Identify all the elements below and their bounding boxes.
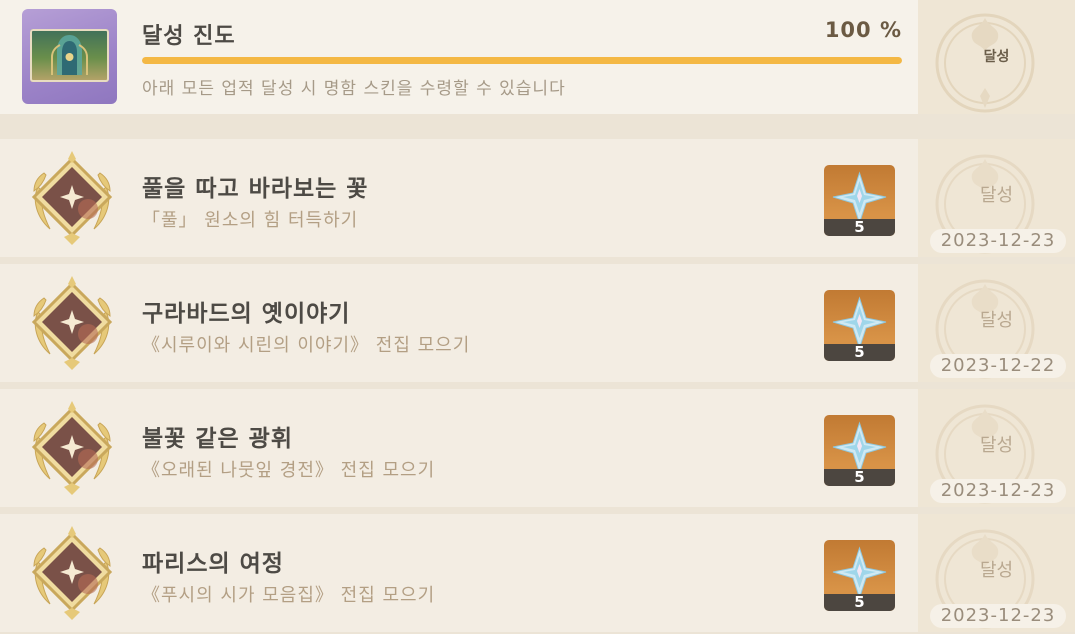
reward-count: 5 xyxy=(824,219,895,236)
achievement-status-panel: 달성 2023-12-22 xyxy=(918,264,1075,382)
achievement-title: 파리스의 여정 xyxy=(142,551,284,577)
completion-date: 2023-12-23 xyxy=(930,604,1066,628)
achievement-status-panel: 달성 2023-12-23 xyxy=(918,389,1075,507)
achievement-status-label: 달성 xyxy=(979,310,1014,331)
progress-description: 아래 모든 업적 달성 시 명함 스킨을 수령할 수 있습니다 xyxy=(142,79,566,99)
achievement-medal-icon xyxy=(31,401,113,495)
achievement-title: 구라바드의 옛이야기 xyxy=(142,301,351,327)
achievement-description: 《오래된 나뭇잎 경전》 전집 모으기 xyxy=(142,460,436,481)
achievement-medal-icon xyxy=(31,526,113,620)
achievement-status-panel: 달성 2023-12-23 xyxy=(918,514,1075,632)
header-status-label: 달성 xyxy=(983,49,1010,65)
achievement-title: 풀을 따고 바라보는 꽃 xyxy=(142,176,369,202)
progress-bar xyxy=(142,57,902,64)
achievement-status-label: 달성 xyxy=(979,435,1014,456)
reward-count: 5 xyxy=(824,344,895,361)
reward-item[interactable]: 5 xyxy=(824,415,895,486)
namecard-thumbnail[interactable] xyxy=(22,9,117,104)
achievement-description: 「풀」 원소의 힘 터득하기 xyxy=(142,210,359,231)
achievement-description: 《푸시의 시가 모음집》 전집 모으기 xyxy=(142,585,436,606)
reward-count: 5 xyxy=(824,469,895,486)
achievement-row[interactable]: 풀을 따고 바라보는 꽃 「풀」 원소의 힘 터득하기 5 달성 2023-12… xyxy=(0,139,1075,257)
completion-date: 2023-12-22 xyxy=(930,354,1066,378)
header-status-panel: 달성 xyxy=(918,0,1075,114)
achievement-row[interactable]: 구라바드의 옛이야기 《시루이와 시린의 이야기》 전집 모으기 5 달성 20… xyxy=(0,264,1075,382)
progress-percent: 100 % xyxy=(824,18,902,42)
progress-bar-fill xyxy=(142,57,902,64)
progress-title: 달성 진도 xyxy=(142,24,236,49)
completion-date: 2023-12-23 xyxy=(930,229,1066,253)
reward-item[interactable]: 5 xyxy=(824,165,895,236)
achievement-medal-icon xyxy=(31,276,113,370)
achievement-row[interactable]: 파리스의 여정 《푸시의 시가 모음집》 전집 모으기 5 달성 2023-12… xyxy=(0,514,1075,632)
achievement-progress-header: 달성 진도 100 % 아래 모든 업적 달성 시 명함 스킨을 수령할 수 있… xyxy=(0,0,1075,114)
achievement-description: 《시루이와 시린의 이야기》 전집 모으기 xyxy=(142,335,471,356)
reward-item[interactable]: 5 xyxy=(824,540,895,611)
achievement-medal-icon xyxy=(31,151,113,245)
achievement-status-label: 달성 xyxy=(979,560,1014,581)
completion-date: 2023-12-23 xyxy=(930,479,1066,503)
achievement-status-panel: 달성 2023-12-23 xyxy=(918,139,1075,257)
namecard-icon xyxy=(30,29,109,82)
reward-item[interactable]: 5 xyxy=(824,290,895,361)
achievement-row[interactable]: 불꽃 같은 광휘 《오래된 나뭇잎 경전》 전집 모으기 5 달성 2023-1… xyxy=(0,389,1075,507)
achievement-title: 불꽃 같은 광휘 xyxy=(142,426,293,452)
reward-count: 5 xyxy=(824,594,895,611)
achievement-status-label: 달성 xyxy=(979,185,1014,206)
